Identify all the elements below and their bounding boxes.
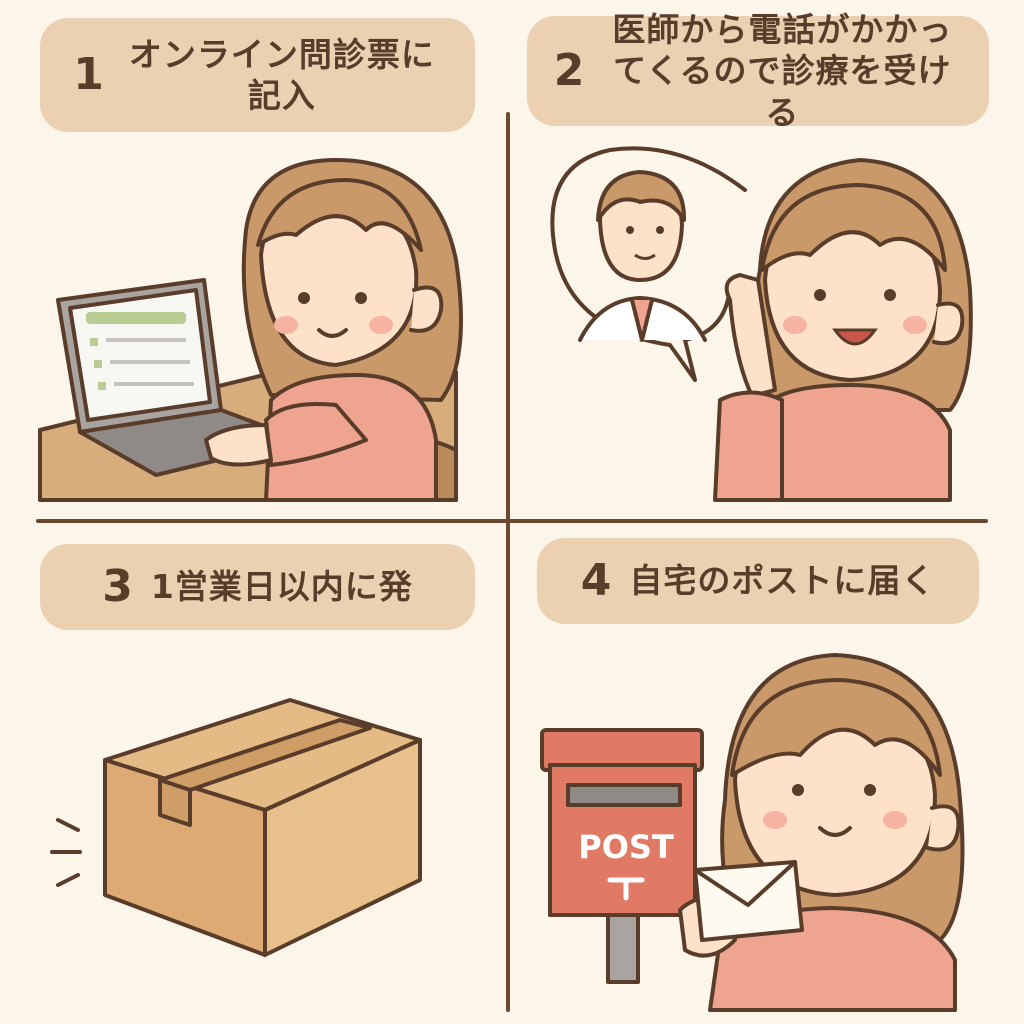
four-step-guide: 1 オンライン問診票に記入 2 医師から電話がかかってくるので診療を受ける 3 … xyxy=(0,0,1024,1024)
woman-phone-call-with-doctor-illustration xyxy=(550,146,973,502)
step-1-text: オンライン問診票に記入 xyxy=(128,34,435,115)
step-4-number: 4 xyxy=(580,555,612,606)
postbox-label: POST xyxy=(578,828,674,866)
step-3-text: 1営業日以内に発 xyxy=(150,567,413,607)
cardboard-box-illustration xyxy=(50,698,422,957)
step-3-label: 3 1営業日以内に発 xyxy=(40,544,475,630)
step-2-text: 医師から電話がかかってくるので診療を受ける xyxy=(612,10,953,132)
step-2-number: 2 xyxy=(553,45,585,96)
step-1-number: 1 xyxy=(73,49,104,100)
vertical-divider xyxy=(506,112,510,1012)
step-3-number: 3 xyxy=(102,561,133,612)
horizontal-divider xyxy=(36,519,988,523)
woman-laptop-illustration xyxy=(38,158,463,502)
step-4-label: 4 自宅のポストに届く xyxy=(537,538,979,624)
step-2-label: 2 医師から電話がかかってくるので診療を受ける xyxy=(527,10,989,132)
woman-postbox-envelope-illustration: POST xyxy=(540,653,965,1012)
step-1-label: 1 オンライン問診票に記入 xyxy=(40,18,475,132)
step-4-text: 自宅のポストに届く xyxy=(629,561,936,601)
